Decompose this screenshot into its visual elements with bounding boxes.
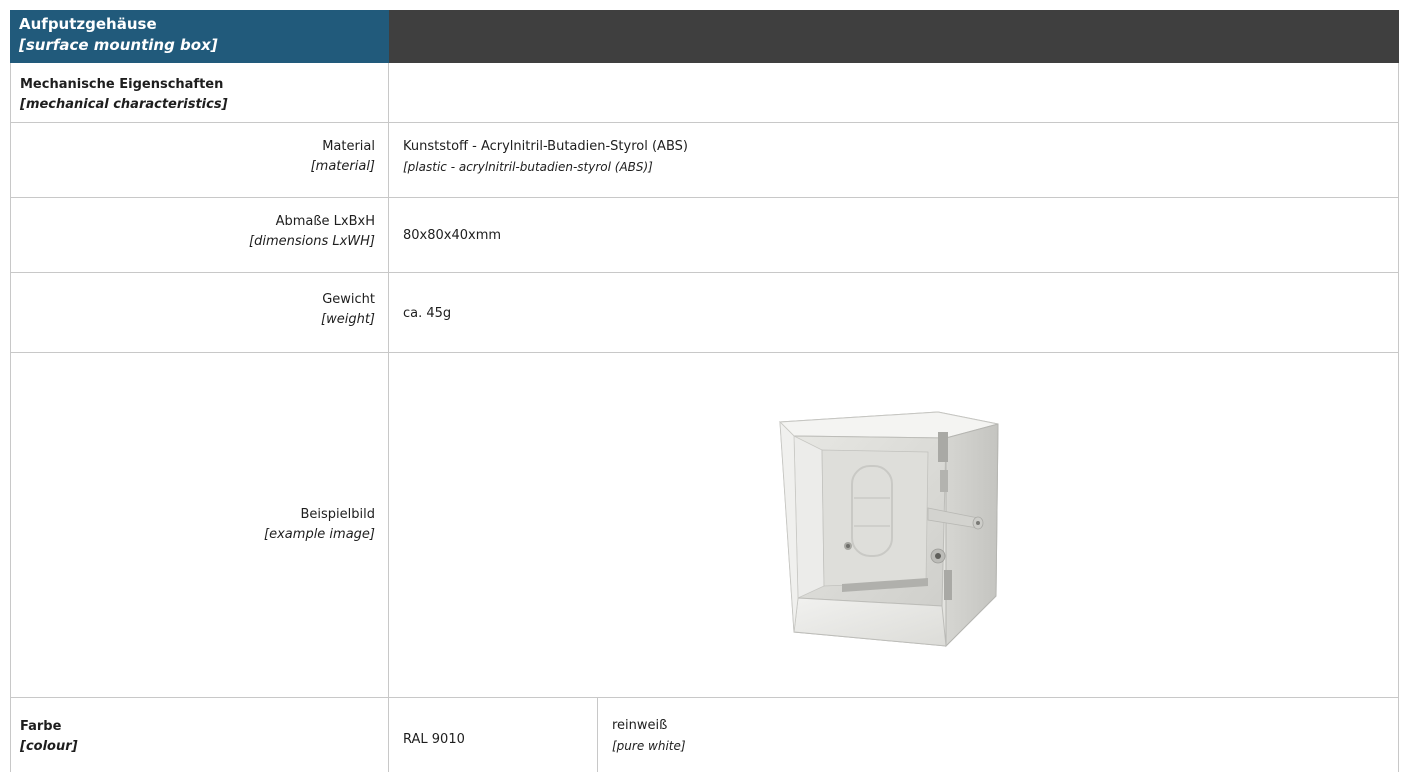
material-value-de: Kunststoff - Acrylnitril-Butadien-Styrol… xyxy=(403,139,688,154)
table-border-right xyxy=(1398,63,1399,772)
colour-column-divider xyxy=(597,697,598,772)
dimensions-label-en: [dimensions LxWH] xyxy=(249,234,375,249)
row-divider xyxy=(10,122,1399,123)
colour-name-en: [pure white] xyxy=(612,739,686,753)
example-image-label: Beispielbild [example image] xyxy=(20,505,375,545)
section-heading-de: Mechanische Eigenschaften xyxy=(20,77,224,92)
example-image-label-de: Beispielbild xyxy=(300,507,375,522)
colour-label: Farbe [colour] xyxy=(20,717,78,757)
row-divider xyxy=(10,197,1399,198)
header-title-de: Aufputzgehäuse xyxy=(19,15,157,33)
material-value: Kunststoff - Acrylnitril-Butadien-Styrol… xyxy=(403,137,688,177)
material-label-de: Material xyxy=(322,139,375,154)
section-heading-en: [mechanical characteristics] xyxy=(20,97,228,112)
row-divider xyxy=(10,352,1399,353)
colour-name-de: reinweiß xyxy=(612,718,668,733)
header-title-en: [surface mounting box] xyxy=(19,36,218,54)
weight-label-de: Gewicht xyxy=(322,292,375,307)
colour-ral-value: RAL 9010 xyxy=(403,732,465,747)
dimensions-label: Abmaße LxBxH [dimensions LxWH] xyxy=(20,212,375,252)
colour-label-de: Farbe xyxy=(20,719,62,734)
row-divider xyxy=(10,697,1399,698)
table-column-divider xyxy=(388,63,389,772)
weight-label-en: [weight] xyxy=(321,312,375,327)
weight-label: Gewicht [weight] xyxy=(20,290,375,330)
material-label: Material [material] xyxy=(20,137,375,177)
box-illustration xyxy=(778,411,999,648)
row-divider xyxy=(10,272,1399,273)
colour-label-en: [colour] xyxy=(20,739,78,754)
material-value-en: [plastic - acrylnitril-butadien-styrol (… xyxy=(403,160,653,174)
material-label-en: [material] xyxy=(310,159,375,174)
section-heading: Mechanische Eigenschaften [mechanical ch… xyxy=(20,75,228,115)
weight-value: ca. 45g xyxy=(403,306,452,321)
header-right-cell xyxy=(389,10,1399,63)
dimensions-value: 80x80x40xmm xyxy=(403,228,502,243)
header-title-cell: Aufputzgehäuse [surface mounting box] xyxy=(10,10,389,63)
surface-mounting-box-photo xyxy=(778,410,1000,648)
example-image-label-en: [example image] xyxy=(264,527,375,542)
datasheet: Aufputzgehäuse [surface mounting box] Me… xyxy=(0,0,1404,772)
colour-name: reinweiß [pure white] xyxy=(612,716,686,756)
table-border-left xyxy=(10,63,11,772)
dimensions-label-de: Abmaße LxBxH xyxy=(275,214,375,229)
